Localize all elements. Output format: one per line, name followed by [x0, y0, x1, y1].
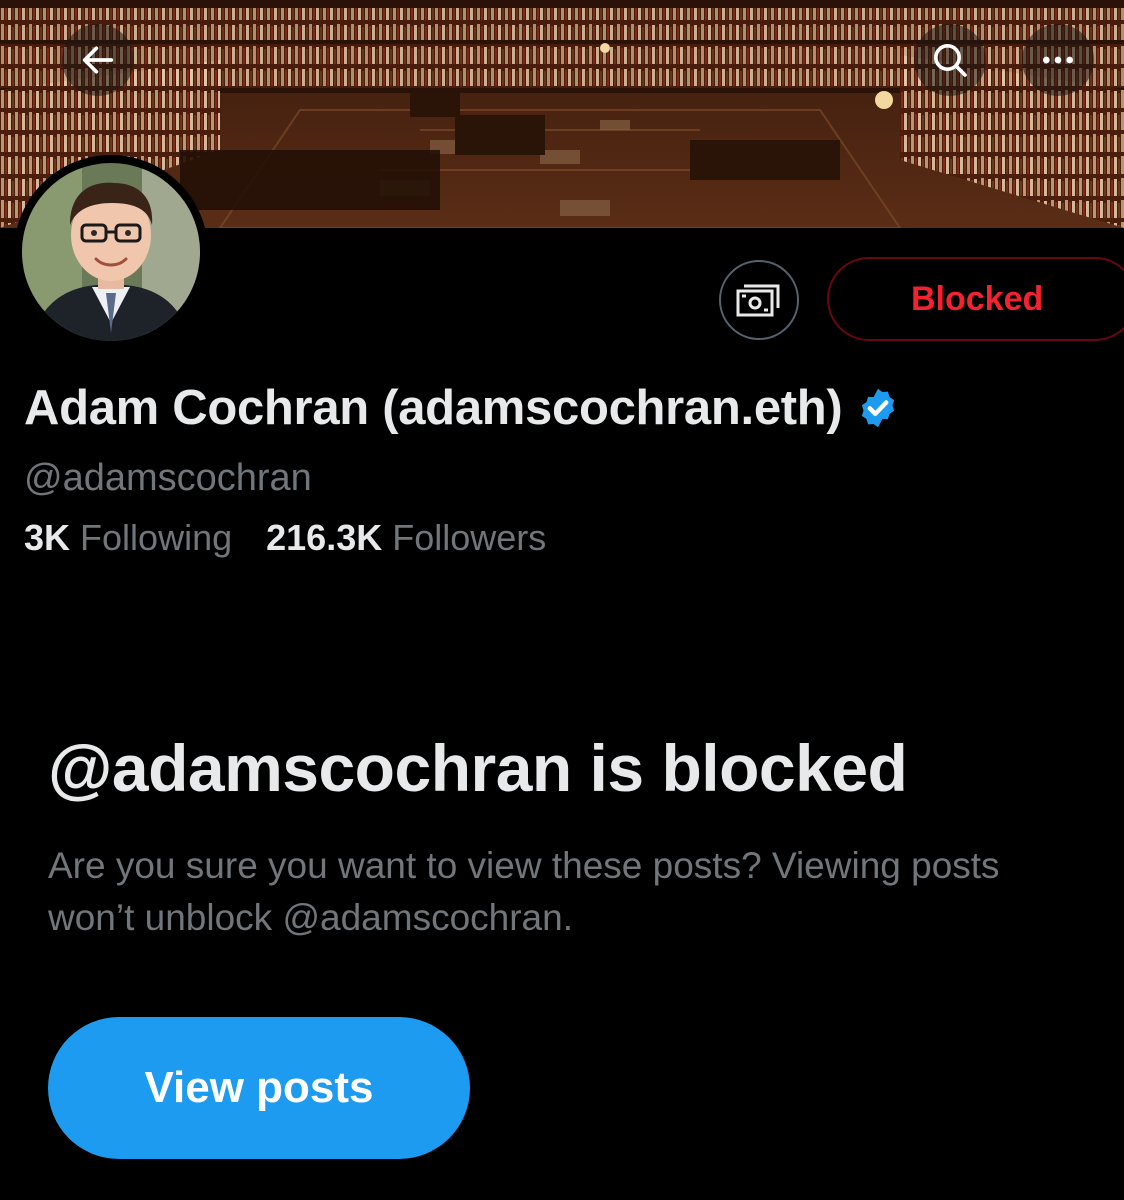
- search-icon: [934, 44, 967, 77]
- arrow-left-icon: [82, 46, 114, 74]
- avatar[interactable]: [14, 155, 208, 349]
- tip-button[interactable]: [719, 260, 799, 340]
- followers-label: Followers: [392, 517, 547, 558]
- profile-stats: 3K Following 216.3K Followers: [24, 517, 546, 559]
- verified-badge-icon[interactable]: [856, 386, 900, 430]
- profile-handle: @adamscochran: [24, 457, 312, 499]
- more-horizontal-icon: [1043, 56, 1073, 64]
- following-link[interactable]: 3K Following: [24, 517, 232, 559]
- followers-link[interactable]: 216.3K Followers: [266, 517, 546, 559]
- blocked-title: @adamscochran is blocked: [48, 731, 908, 805]
- following-label: Following: [80, 517, 233, 558]
- avatar-photo: [22, 163, 200, 341]
- display-name: Adam Cochran (adamscochran.eth): [24, 381, 843, 435]
- back-button[interactable]: [62, 24, 134, 96]
- followers-count: 216.3K: [266, 517, 383, 558]
- search-button[interactable]: [914, 24, 986, 96]
- blocked-description: Are you sure you want to view these post…: [48, 845, 1000, 938]
- money-tip-icon: [736, 284, 780, 317]
- following-count: 3K: [24, 517, 71, 558]
- more-button[interactable]: [1022, 24, 1094, 96]
- view-posts-button[interactable]: View posts: [48, 1017, 470, 1159]
- blocked-button[interactable]: Blocked: [827, 257, 1124, 341]
- display-name-row: Adam Cochran (adamscochran.eth): [24, 380, 900, 436]
